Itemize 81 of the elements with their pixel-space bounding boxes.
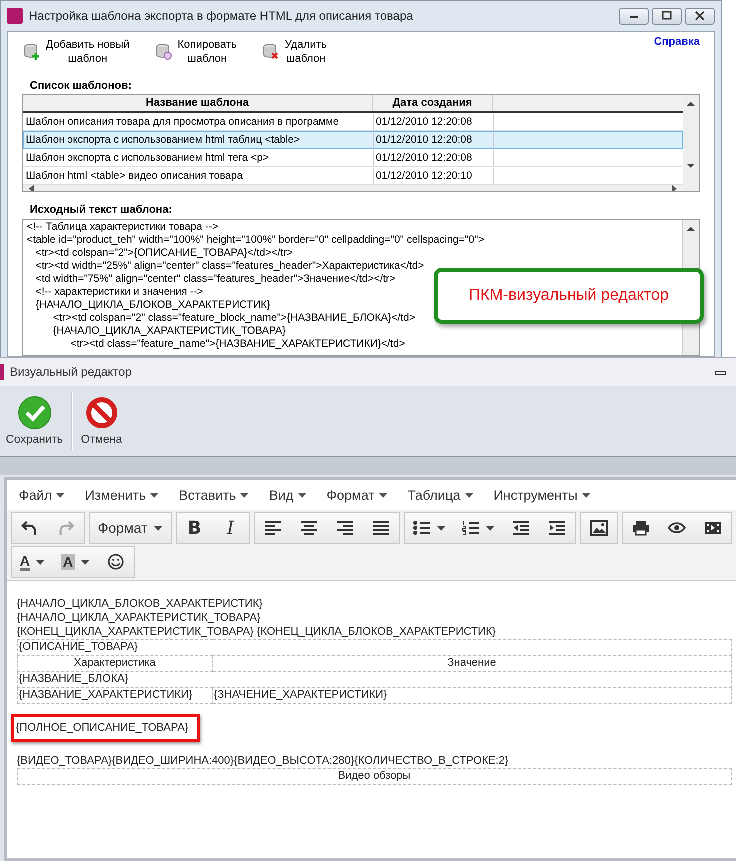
app-icon — [0, 364, 4, 380]
horizontal-scrollbar[interactable] — [23, 185, 683, 191]
toolbar-button[interactable]: Добавить новый шаблон — [22, 38, 130, 66]
column-header[interactable]: Дата создания — [373, 95, 493, 111]
help-link[interactable]: Справка — [654, 36, 700, 48]
menu-item[interactable]: Изменить — [79, 488, 166, 502]
bulleted-list-icon — [412, 520, 431, 536]
caret-icon — [56, 492, 66, 498]
smiley-icon — [107, 554, 126, 570]
menu-item[interactable]: Вставить — [173, 488, 256, 502]
bold-button[interactable]: B — [176, 513, 213, 543]
scroll-up-icon — [687, 101, 695, 107]
table-cell: Видео обзоры — [18, 768, 732, 784]
caret-icon — [298, 492, 307, 498]
menu-item[interactable]: Файл — [13, 488, 72, 502]
placeholder-text: {ВИДЕО_ТОВАРА}{ВИДЕО_ШИРИНА:400}{ВИДЕО_ВЫСОТА:280}{КОЛИЧЕСТВО_В_СТРОКЕ:2} — [17, 754, 509, 768]
align-right-icon — [336, 520, 354, 536]
table-cell: {ЗНАЧЕНИЕ_ХАРАКТЕРИСТИКИ} — [212, 688, 732, 704]
caret-icon — [582, 492, 591, 498]
toolbar-button[interactable]: Копировать шаблон — [154, 38, 237, 66]
scroll-left-icon — [29, 185, 34, 191]
close-button[interactable] — [685, 8, 715, 24]
placeholder-text: {НАЧАЛО_ЦИКЛА_БЛОКОВ_ХАРАКТЕРИСТИК} — [17, 597, 263, 611]
template-row[interactable]: Шаблон экспорта с использованием html тега <p> 01/12/2010 12:20:08 — [23, 149, 683, 167]
table-cell: {ОПИСАНИЕ_ТОВАРА} — [18, 640, 732, 656]
window-title: Настройка шаблона экспорта в формате HTML для описания товара — [29, 9, 414, 23]
printer-icon — [632, 520, 650, 536]
callout-tooltip: ПКМ-визуальный редактор — [434, 268, 704, 324]
text-color-button[interactable]: A — [12, 547, 54, 577]
toolbar-button[interactable]: Удалить шаблон — [261, 38, 327, 66]
menu-item[interactable]: Таблица — [402, 488, 480, 502]
maximize-button[interactable] — [652, 8, 682, 24]
menu-item[interactable]: Инструменты — [488, 488, 597, 502]
table-cell: Характеристика — [18, 656, 212, 672]
numbered-list-icon — [462, 520, 480, 536]
placeholder-text: {КОНЕЦ_ЦИКЛА_ХАРАКТЕРИСТИК_ТОВАРА} {КОНЕЦ_ЦИКЛА_БЛОКОВ_ХАРАКТЕРИСТИК} — [17, 625, 496, 639]
menu-item[interactable]: Вид — [263, 488, 313, 502]
redo-arrow-icon — [57, 520, 75, 536]
action-button[interactable]: Отмена — [79, 396, 124, 446]
caret-icon — [378, 492, 388, 498]
placeholder-text: {НАЧАЛО_ЦИКЛА_ХАРАКТЕРИСТИК_ТОВАРА} — [17, 611, 261, 625]
section-label: Список шаблонов: — [30, 80, 133, 92]
table-cell: {НАЗВАНИЕ_БЛОКА} — [18, 672, 732, 688]
database-copy-icon — [154, 42, 174, 62]
image-icon — [590, 520, 608, 536]
caret-icon — [464, 492, 474, 498]
minimize-icon — [715, 368, 727, 376]
align-left-icon — [264, 520, 282, 536]
app-icon — [7, 8, 23, 24]
undo-arrow-icon — [21, 520, 39, 536]
table-cell: {НАЗВАНИЕ_ХАРАКТЕРИСТИКИ} — [18, 688, 212, 704]
film-icon — [704, 520, 722, 536]
action-button[interactable]: Сохранить — [4, 396, 66, 446]
scroll-right-icon — [672, 185, 677, 191]
caret-icon — [240, 492, 250, 498]
scroll-down-icon — [687, 163, 695, 169]
window-title: Визуальный редактор — [10, 365, 134, 379]
italic-button[interactable]: I — [212, 513, 249, 543]
scroll-up-icon — [687, 226, 695, 232]
maximize-icon — [661, 11, 673, 21]
justify-icon — [372, 520, 390, 536]
vertical-scrollbar[interactable] — [683, 95, 699, 191]
close-icon — [694, 11, 706, 21]
template-row[interactable]: Шаблон экспорта с использованием html таблиц <table> 01/12/2010 12:20:08 — [23, 131, 683, 149]
text-button[interactable]: Формат — [90, 513, 171, 543]
section-label: Исходный текст шаблона: — [30, 204, 174, 216]
table-cell: Значение — [212, 656, 732, 672]
eye-icon — [668, 520, 686, 536]
checkmark-icon — [18, 396, 52, 430]
back-color-button[interactable]: A — [53, 547, 98, 577]
caret-icon — [150, 492, 160, 498]
database-add-icon — [22, 42, 42, 62]
placeholder-text: {ПОЛНОЕ_ОПИСАНИЕ_ТОВАРА} — [16, 722, 189, 734]
column-header[interactable]: Название шаблона — [23, 95, 373, 111]
no-entry-icon — [84, 396, 119, 430]
align-center-icon — [300, 520, 318, 536]
menu-item[interactable]: Формат — [320, 488, 394, 502]
outdent-icon — [512, 520, 530, 536]
database-delete-icon — [261, 42, 281, 62]
minimize-button[interactable] — [619, 8, 649, 24]
indent-icon — [548, 520, 566, 536]
